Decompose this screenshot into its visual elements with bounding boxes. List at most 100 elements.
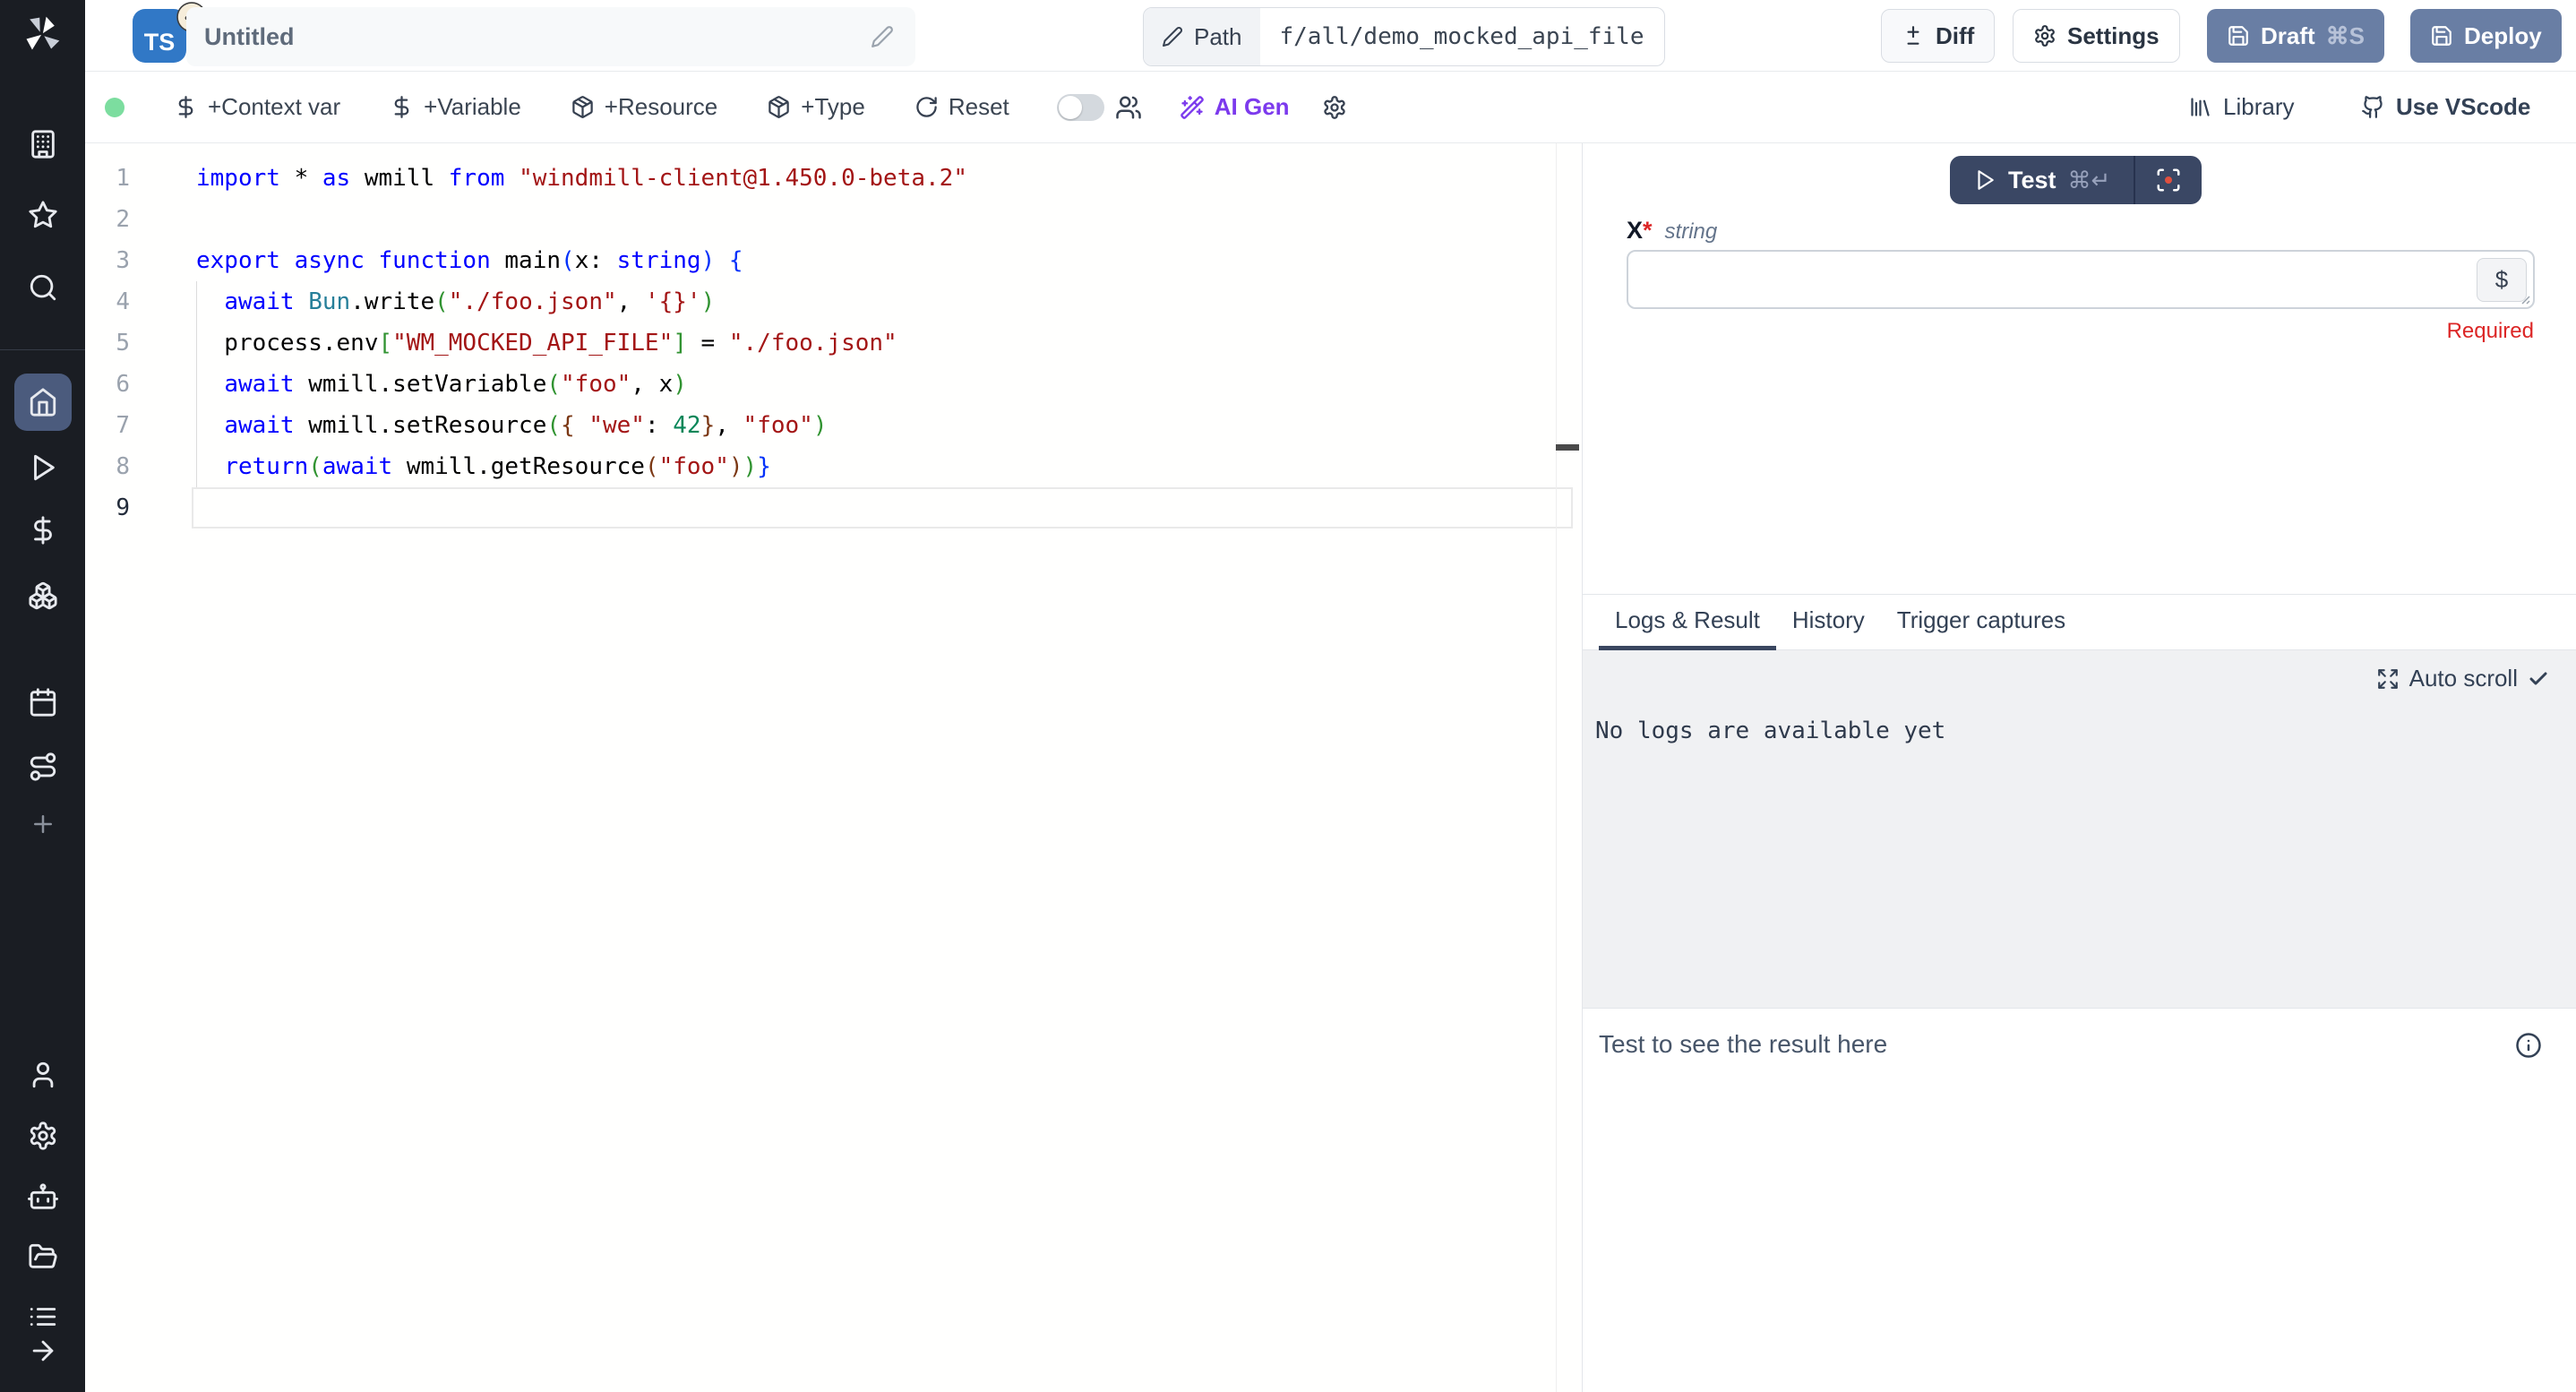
use-vscode-button[interactable]: Use VScode [2361, 93, 2530, 121]
line-number: 2 [85, 206, 130, 233]
sidebar-item-calendar[interactable] [14, 674, 72, 731]
sidebar-item-building[interactable] [14, 116, 72, 173]
check-icon[interactable] [2528, 668, 2549, 690]
vscode-icon [2361, 95, 2385, 119]
gear-icon[interactable] [1322, 95, 1347, 120]
code-line-text: import * as wmill from "windmill-client@… [196, 165, 967, 192]
diff-button-label: Diff [1936, 22, 1974, 50]
tab-history[interactable]: History [1776, 595, 1881, 650]
expand-icon[interactable] [2376, 667, 2400, 691]
toolbar-item-label: +Type [801, 93, 865, 121]
sidebar-item-search[interactable] [14, 259, 72, 316]
draft-button[interactable]: Draft ⌘S [2207, 9, 2384, 63]
sidebar-item-user[interactable] [14, 1046, 72, 1104]
cubes-icon [28, 580, 58, 611]
use-vscode-label: Use VScode [2396, 93, 2530, 121]
line-number: 9 [85, 494, 130, 521]
editor-toolbar: +Context var +Variable +Resource +Type Reset… [85, 72, 2576, 143]
code-line-text: await wmill.setVariable("foo", x) [196, 371, 687, 398]
calendar-icon [28, 687, 58, 717]
save-icon [2430, 24, 2453, 47]
toggle-knob [1059, 96, 1082, 119]
sidebar-item-home[interactable] [14, 374, 72, 431]
sidebar-item-robot[interactable] [14, 1169, 72, 1226]
overview-ruler-cursor-marker [1556, 444, 1579, 451]
code-editor[interactable]: 1 import * as wmill from "windmill-client… [85, 143, 1582, 1392]
result-placeholder: Test to see the result here [1599, 1030, 1887, 1059]
argument-label-row: X * string [1627, 217, 1717, 245]
capture-button[interactable] [2135, 156, 2202, 204]
toolbar-reset-button[interactable]: Reset [914, 93, 1009, 121]
run-panel-tabs: Logs & ResultHistoryTrigger captures [1583, 594, 2576, 650]
test-button[interactable]: Test ⌘↵ [1950, 156, 2134, 204]
gear-icon [2033, 24, 2057, 47]
sidebar-item-gear[interactable] [14, 1107, 72, 1164]
pencil-icon[interactable] [871, 25, 894, 48]
sidebar [0, 0, 85, 1392]
typescript-badge-label: TS [144, 29, 176, 56]
info-icon[interactable] [2515, 1032, 2542, 1059]
draft-button-label: Draft [2261, 22, 2315, 50]
tab-logs-result[interactable]: Logs & Result [1599, 595, 1776, 650]
user-icon [28, 1060, 58, 1090]
test-button-group: Test ⌘↵ [1950, 156, 2202, 204]
ai-gen-button[interactable]: AI Gen [1180, 93, 1290, 121]
toolbar-resource-button[interactable]: +Resource [571, 93, 717, 121]
resize-handle-icon[interactable] [2517, 291, 2531, 305]
capture-icon [2155, 167, 2182, 193]
windmill-logo[interactable] [21, 13, 63, 55]
sidebar-item-dollar[interactable] [14, 502, 72, 559]
required-asterisk: * [1643, 217, 1653, 245]
line-number: 4 [85, 288, 130, 315]
code-line: 7 await wmill.setResource({ "we": 42}, "… [85, 405, 1582, 446]
line-number: 7 [85, 412, 130, 439]
logs-panel: Auto scroll No logs are available yet [1583, 650, 2576, 1008]
sidebar-item-folder-open[interactable] [14, 1228, 72, 1285]
deploy-button-label: Deploy [2464, 22, 2542, 50]
ai-gen-label: AI Gen [1215, 93, 1290, 121]
code-line: 8 return(await wmill.getResource("foo"))… [85, 446, 1582, 487]
toolbar-contextvar-button[interactable]: +Context var [174, 93, 340, 121]
sidebar-item-play[interactable] [14, 439, 72, 496]
code-line: 1 import * as wmill from "windmill-client… [85, 158, 1582, 199]
sidebar-item-star[interactable] [14, 186, 72, 244]
pencil-icon [1162, 26, 1183, 47]
diff-button[interactable]: Diff [1881, 9, 1995, 63]
package-icon [767, 95, 791, 119]
arrow-right-icon [28, 1336, 58, 1366]
path-label: Path [1194, 23, 1242, 51]
dollar-icon [174, 95, 198, 119]
library-button[interactable]: Library [2188, 93, 2294, 121]
toolbar-type-button[interactable]: +Type [767, 93, 865, 121]
sidebar-item-cubes[interactable] [14, 567, 72, 624]
building-icon [28, 129, 58, 159]
toolbar-item-label: +Variable [424, 93, 521, 121]
sidebar-item-arrow-right[interactable] [14, 1322, 72, 1379]
code-line: 4 await Bun.write("./foo.json", '{}') [85, 281, 1582, 322]
line-number: 1 [85, 165, 130, 192]
deploy-button[interactable]: Deploy [2410, 9, 2562, 63]
wand-icon [1180, 95, 1205, 120]
users-icon[interactable] [1115, 94, 1142, 121]
auto-scroll-label: Auto scroll [2409, 665, 2518, 692]
tab-trigger-captures[interactable]: Trigger captures [1881, 595, 2082, 650]
argument-type: string [1665, 219, 1718, 245]
settings-button[interactable]: Settings [2013, 9, 2180, 63]
path-edit-button[interactable]: Path [1144, 8, 1260, 65]
argument-input[interactable] [1628, 252, 2533, 307]
code-line: 6 await wmill.setVariable("foo", x) [85, 364, 1582, 405]
script-title-input[interactable] [186, 7, 915, 66]
code-line: 5 process.env["WM_MOCKED_API_FILE"] = ".… [85, 322, 1582, 364]
sidebar-item-route[interactable] [14, 738, 72, 795]
sidebar-item-plus[interactable] [14, 795, 72, 853]
library-icon [2188, 95, 2212, 119]
line-number: 3 [85, 247, 130, 274]
collaboration-toggle[interactable] [1057, 94, 1104, 121]
path-group: Path f/all/demo_mocked_api_file [1143, 7, 1665, 66]
test-shortcut: ⌘↵ [2068, 167, 2111, 194]
plus-icon [30, 811, 56, 838]
code-line-text: process.env["WM_MOCKED_API_FILE"] = "./f… [196, 330, 897, 357]
result-panel: Test to see the result here [1583, 1008, 2576, 1392]
robot-icon [28, 1182, 58, 1213]
toolbar-variable-button[interactable]: +Variable [390, 93, 521, 121]
